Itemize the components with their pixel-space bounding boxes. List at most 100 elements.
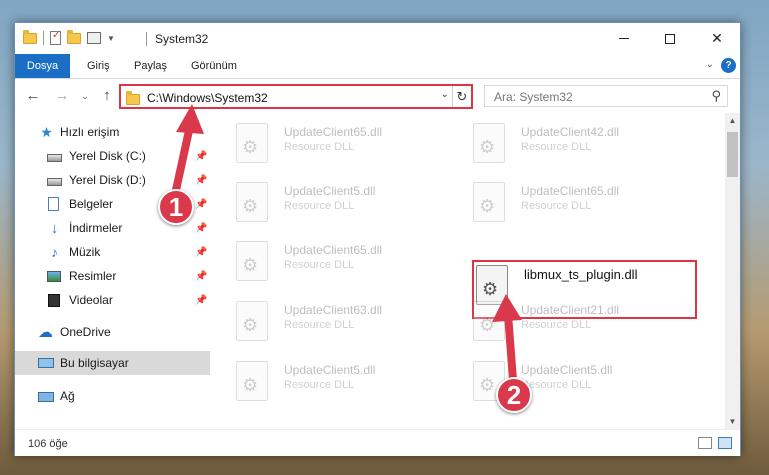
tab-home[interactable]: Giriş [75,54,122,78]
sidebar-item-this-pc[interactable]: Bu bilgisayar [15,351,210,375]
up-arrow-icon[interactable]: ↑ [97,86,117,106]
dll-file-icon [236,361,268,401]
forward-arrow-icon[interactable]: → [52,86,72,106]
drive-icon [47,177,62,186]
file-type: Resource DLL [284,259,355,271]
details-view-icon[interactable] [698,437,712,449]
sidebar-item-label: Ağ [60,389,75,403]
file-name: UpdateClient65.dll [284,125,383,139]
scrollbar-thumb[interactable] [727,132,738,177]
file-name: UpdateClient63.dll [284,303,383,317]
tab-file[interactable]: Dosya [15,54,70,78]
folder-icon[interactable] [23,29,37,44]
search-input[interactable]: Ara: System32 ⚲ [484,85,728,107]
file-type: Resource DLL [284,379,355,391]
tab-view[interactable]: Görünüm [179,54,249,78]
pin-icon[interactable]: 📌 [195,151,207,162]
file-item[interactable]: UpdateClient65.dll Resource DLL [236,239,466,285]
callout-badge-1: 1 [158,189,194,225]
file-item[interactable]: UpdateClient63.dll Resource DLL [236,299,466,345]
sidebar-item-quick-access[interactable]: ★ Hızlı erişim [15,120,210,144]
file-type: Resource DLL [284,319,355,331]
file-type: Resource DLL [521,319,592,331]
recent-locations-chevron-icon[interactable]: ⌄ [75,86,95,106]
sidebar-item-label: Bu bilgisayar [60,356,129,370]
sidebar-item-label: Hızlı erişim [60,125,120,139]
sidebar-item-pictures[interactable]: Resimler 📌 [15,264,210,288]
file-name: UpdateClient5.dll [521,363,613,377]
sidebar-item-onedrive[interactable]: ☁ OneDrive [15,320,210,344]
file-name: UpdateClient65.dll [284,243,383,257]
sidebar-item-music[interactable]: ♪ Müzik 📌 [15,240,210,264]
onedrive-icon: ☁ [38,323,53,341]
folder-icon [126,91,140,105]
minimize-button[interactable] [601,23,647,54]
vertical-scrollbar[interactable]: ▲ ▼ [725,113,740,429]
maximize-button[interactable] [647,23,693,54]
navigation-pane: ★ Hızlı erişim Yerel Disk (C:) 📌 Yerel D… [15,113,210,429]
pin-icon[interactable]: 📌 [195,199,207,210]
dll-file-icon [236,182,268,222]
toolbar-divider [43,31,44,45]
large-icons-view-icon[interactable] [718,437,732,449]
file-item[interactable]: UpdateClient42.dll Resource DLL [473,121,703,167]
chevron-down-icon[interactable]: ▼ [107,34,115,43]
scroll-up-arrow-icon[interactable]: ▲ [725,113,740,128]
file-type: Resource DLL [284,141,355,153]
pin-icon[interactable]: 📌 [195,223,207,234]
file-name: UpdateClient21.dll [521,303,620,317]
refresh-icon[interactable]: ↻ [452,86,471,107]
search-placeholder: Ara: System32 [494,90,573,104]
window-title: System32 [155,32,209,46]
sidebar-item-label: Yerel Disk (C:) [69,149,146,163]
close-icon: ✕ [711,30,723,46]
address-path[interactable]: C:\Windows\System32 [147,91,268,105]
sidebar-item-label: Müzik [69,245,101,259]
properties-check-icon[interactable] [50,30,61,45]
sidebar-item-local-disk-d[interactable]: Yerel Disk (D:) 📌 [15,168,210,192]
file-item[interactable]: UpdateClient65.dll Resource DLL [236,121,466,167]
new-folder-icon[interactable] [67,29,81,44]
network-icon [38,392,54,402]
drive-icon [47,153,62,162]
sidebar-item-videos[interactable]: Videolar 📌 [15,288,210,312]
address-bar[interactable]: C:\Windows\System32 ⌄ ↻ [119,84,473,109]
sidebar-item-network[interactable]: Ağ [15,384,210,408]
file-item[interactable]: UpdateClient5.dll Resource DLL [236,180,466,226]
tab-share[interactable]: Paylaş [122,54,179,78]
download-icon: ↓ [50,219,59,237]
minimize-icon [619,38,629,39]
dll-file-icon [473,123,505,163]
file-item[interactable]: UpdateClient21.dll Resource DLL [473,299,703,345]
pictures-icon [47,270,61,282]
music-icon: ♪ [51,243,58,260]
dll-file-icon [236,301,268,341]
back-arrow-icon[interactable]: ← [23,86,43,106]
videos-icon [48,293,60,307]
file-item[interactable]: UpdateClient5.dll Resource DLL [236,359,466,405]
documents-icon [48,197,59,211]
pin-icon[interactable]: 📌 [195,271,207,282]
help-icon[interactable]: ? [721,58,736,73]
sidebar-item-label: Resimler [69,269,117,283]
sidebar-item-label: Videolar [69,293,113,307]
file-explorer-window: ▼ System32 ✕ Dosya Giriş Paylaş Görünüm … [14,22,741,456]
scroll-down-arrow-icon[interactable]: ▼ [725,414,740,429]
ribbon-expand-chevron-icon[interactable]: ⌄ [706,59,714,70]
pin-icon[interactable]: 📌 [195,247,207,258]
address-dropdown-chevron-icon[interactable]: ⌄ [441,89,449,100]
item-count: 106 öğe [28,438,68,450]
view-options-icon[interactable] [87,32,101,44]
quick-access-toolbar: ▼ [23,29,115,45]
file-type: Resource DLL [521,200,592,212]
pin-icon[interactable]: 📌 [195,295,207,306]
pin-icon[interactable]: 📌 [195,175,207,186]
search-icon[interactable]: ⚲ [711,88,721,104]
close-button[interactable]: ✕ [694,23,740,54]
file-item[interactable]: UpdateClient65.dll Resource DLL [473,180,703,226]
sidebar-item-local-disk-c[interactable]: Yerel Disk (C:) 📌 [15,144,210,168]
dll-file-icon [473,182,505,222]
sidebar-item-label: Yerel Disk (D:) [69,173,146,187]
navigation-bar: ← → ⌄ ↑ C:\Windows\System32 ⌄ ↻ Ara: Sys… [15,80,740,113]
status-bar: 106 öğe [15,429,740,456]
